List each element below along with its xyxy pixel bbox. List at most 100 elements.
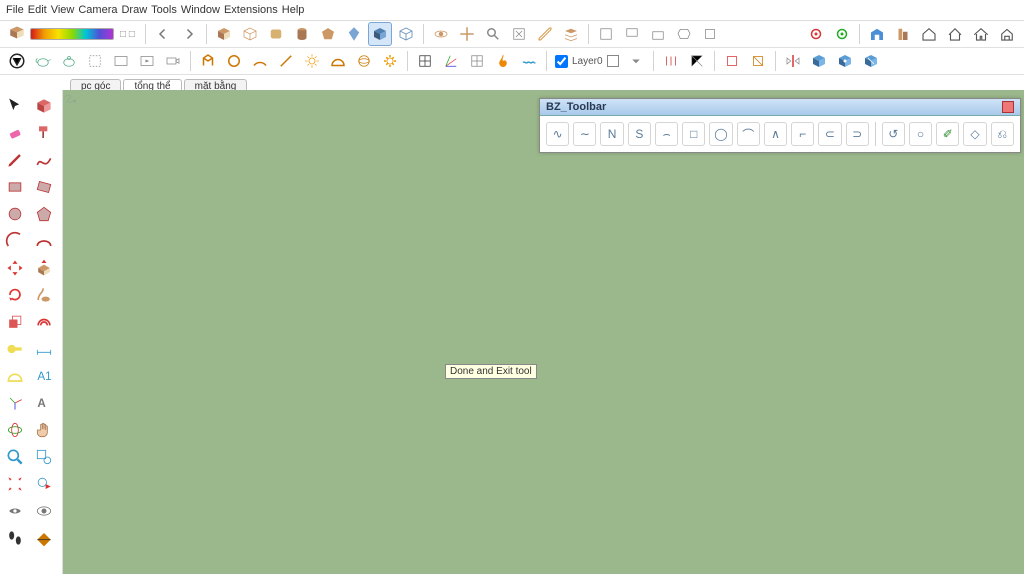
orbit-tool[interactable] [1,417,29,443]
tape-tool[interactable] [1,336,29,362]
walk-tool[interactable] [1,525,29,551]
view-iso-icon[interactable] [594,22,618,46]
bz-edit-5[interactable]: ⎌ [991,122,1014,146]
camera-box-icon[interactable] [161,49,185,73]
scale-tool[interactable] [1,309,29,335]
cube-shaded-icon[interactable] [368,22,392,46]
warehouse-icon[interactable] [865,22,889,46]
eraser-tool[interactable] [1,120,29,146]
fire-icon[interactable] [491,49,515,73]
bz-edit-1[interactable]: ↺ [882,122,905,146]
zoom-extents-small-icon[interactable] [507,22,531,46]
protractor-tool[interactable] [1,363,29,389]
pencil-tool[interactable] [1,147,29,173]
bz-edit-3[interactable]: ✐ [936,122,959,146]
zoom-tool[interactable] [1,444,29,470]
cube-wire-icon[interactable] [394,22,418,46]
look-around-tool[interactable] [30,498,58,524]
bz-curve-10[interactable]: ⌐ [791,122,814,146]
zoom-window-tool[interactable] [30,444,58,470]
blue-cube-2-icon[interactable] [833,49,857,73]
dropdown-icon[interactable] [624,49,648,73]
pushpull-tool[interactable] [30,255,58,281]
section-plane-icon[interactable] [413,49,437,73]
viewport[interactable]: Done and Exit tool BZ_Toolbar ∿ ∼ N S ⌢ … [63,90,1024,574]
bz-curve-7[interactable]: ◯ [709,122,732,146]
target-green-icon[interactable] [830,22,854,46]
layers-icon[interactable] [559,22,583,46]
view-front-icon[interactable] [646,22,670,46]
bz-curve-11[interactable]: ⊂ [818,122,841,146]
house-icon[interactable] [917,22,941,46]
target-red-icon[interactable] [804,22,828,46]
freehand-tool[interactable] [30,147,58,173]
bz-curve-3[interactable]: N [600,122,623,146]
rotated-rect-tool[interactable] [30,174,58,200]
axes-icon[interactable] [439,49,463,73]
pan-small-icon[interactable] [455,22,479,46]
view-back-icon[interactable] [698,22,722,46]
vray-logo-icon[interactable] [5,49,29,73]
component-red-icon[interactable] [720,49,744,73]
bz-curve-2[interactable]: ∼ [573,122,596,146]
menu-view[interactable]: View [51,4,75,16]
gear-icon[interactable] [378,49,402,73]
menu-tools[interactable]: Tools [151,4,177,16]
grid-icon[interactable] [465,49,489,73]
water-icon[interactable] [517,49,541,73]
house3-icon[interactable] [969,22,993,46]
bz-curve-8[interactable]: ⌒ [737,122,760,146]
paint-tool[interactable] [30,120,58,146]
extrude-icon[interactable] [196,49,220,73]
diamond-icon[interactable] [342,22,366,46]
bz-curve-1[interactable]: ∿ [546,122,569,146]
menu-window[interactable]: Window [181,4,220,16]
bz-edit-2[interactable]: ○ [909,122,932,146]
house2-icon[interactable] [943,22,967,46]
building-icon[interactable] [891,22,915,46]
undo-button[interactable] [151,22,175,46]
text-tool[interactable]: A1 [30,363,58,389]
bz-toolbar[interactable]: BZ_Toolbar ∿ ∼ N S ⌢ □ ◯ ⌒ ∧ ⌐ ⊂ ⊃ ↺ ○ ✐ [539,98,1021,153]
orbit-small-icon[interactable] [429,22,453,46]
layer-toggle[interactable]: Layer0 [555,55,619,68]
polygon-draw-tool[interactable] [30,201,58,227]
box-icon[interactable] [212,22,236,46]
component-box-icon[interactable] [746,49,770,73]
pan-tool[interactable] [30,417,58,443]
bz-curve-12[interactable]: ⊃ [846,122,869,146]
arc-draw-tool[interactable] [1,228,29,254]
zoom-extents-tool[interactable] [1,471,29,497]
sun-icon[interactable] [300,49,324,73]
3dtext-tool[interactable]: A [30,390,58,416]
color-gradient-bar[interactable] [30,28,114,40]
new-model-button[interactable] [5,22,29,46]
frame-icon[interactable] [109,49,133,73]
circle-tool-icon[interactable] [222,49,246,73]
rotate-tool[interactable] [1,282,29,308]
scale-icon[interactable] [685,49,709,73]
line-tool-icon[interactable] [274,49,298,73]
dome-icon[interactable] [326,49,350,73]
bz-curve-4[interactable]: S [628,122,651,146]
menu-extensions[interactable]: Extensions [224,4,278,16]
menu-camera[interactable]: Camera [78,4,117,16]
rectangle-tool[interactable] [1,174,29,200]
view-side-icon[interactable] [672,22,696,46]
component-tool[interactable] [30,93,58,119]
house4-icon[interactable] [995,22,1019,46]
frame-play-icon[interactable] [135,49,159,73]
bz-curve-6[interactable]: □ [682,122,705,146]
followme-tool[interactable] [30,282,58,308]
render-region-icon[interactable] [83,49,107,73]
menu-edit[interactable]: Edit [28,4,47,16]
section-tool[interactable] [30,525,58,551]
layer-checkbox[interactable] [555,55,568,68]
teapot-icon[interactable] [31,49,55,73]
bz-edit-4[interactable]: ◇ [963,122,986,146]
axes-tool[interactable] [1,390,29,416]
arc2-draw-tool[interactable] [30,228,58,254]
previous-view-tool[interactable] [30,471,58,497]
bz-toolbar-close[interactable] [1002,101,1014,113]
section-icon[interactable] [533,22,557,46]
